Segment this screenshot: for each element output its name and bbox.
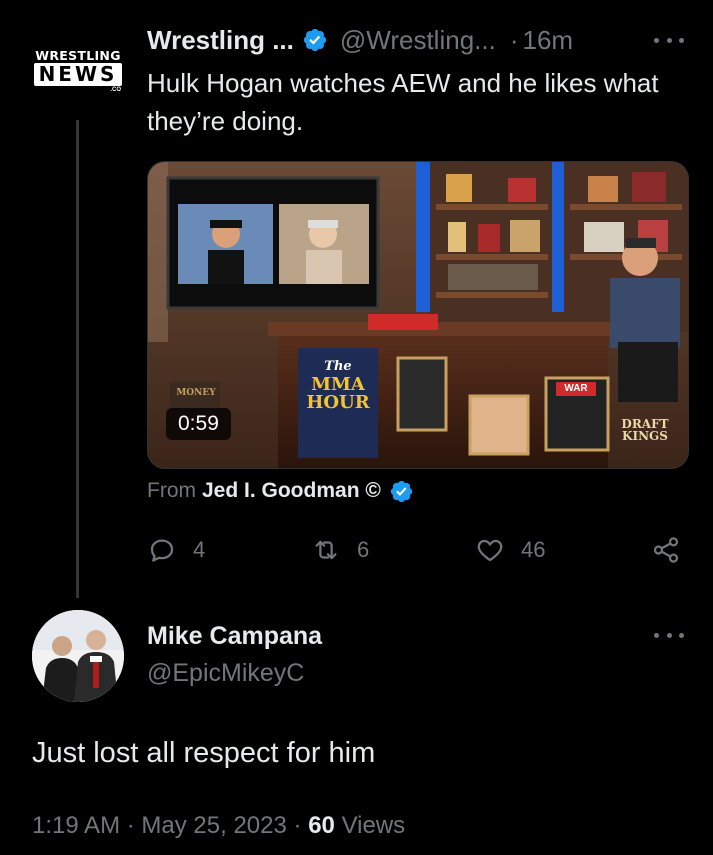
show-title-line-3: HOUR [306, 392, 370, 413]
share-icon [653, 537, 679, 563]
reply-count: 4 [193, 537, 206, 562]
profile-photo [32, 610, 124, 702]
tweet-header: Wrestling ... @Wrestling... · 16m [147, 22, 573, 58]
retweet-button[interactable]: 6 [311, 532, 369, 568]
more-icon[interactable] [654, 625, 684, 645]
sponsor-line-2: KINGS [622, 429, 668, 443]
reply-time[interactable]: 1:19 AM [32, 812, 120, 839]
reply-text: Just lost all respect for him [32, 737, 376, 769]
reply-date[interactable]: May 25, 2023 [141, 812, 286, 839]
tweet-text: Hulk Hogan watches AEW and he likes what… [147, 68, 659, 136]
author-name[interactable]: Wrestling ... [147, 25, 294, 56]
reply-icon [150, 539, 174, 562]
attribution-label: From [147, 479, 196, 502]
attribution-name[interactable]: Jed I. Goodman © [202, 479, 381, 503]
meta-separator: · [126, 812, 135, 839]
avatar-logo-top: WRESTLING [35, 48, 121, 63]
reply-header: Mike Campana @EpicMikeyC [147, 620, 322, 692]
avatar[interactable] [32, 610, 124, 702]
parent-tweet[interactable]: WRESTLING NEWS .CO Wrestling ... @Wrestl… [0, 0, 713, 600]
show-title-logo: The MMA HOUR [303, 358, 373, 412]
share-button[interactable] [651, 532, 681, 568]
thread-connector-line [76, 120, 79, 598]
sponsor-logo: DRAFT KINGS [610, 418, 680, 442]
retweet-count: 6 [357, 537, 370, 562]
war-badge: WAR [556, 382, 596, 396]
meta-separator: · [293, 812, 302, 839]
reply-author-handle[interactable]: @EpicMikeyC [147, 654, 322, 692]
views-label[interactable]: Views [342, 812, 406, 839]
money-sign: MONEY [176, 388, 216, 398]
tweet-actions: 4 6 46 [147, 532, 687, 568]
like-button[interactable]: 46 [475, 532, 545, 568]
author-handle[interactable]: @Wrestling... [340, 25, 496, 56]
video-player[interactable]: The MMA HOUR DRAFT KINGS WAR MONEY 0:59 [147, 161, 689, 469]
avatar-logo-suffix: .CO [110, 87, 121, 93]
avatar-logo-bottom: NEWS [38, 62, 118, 86]
video-duration: 0:59 [166, 408, 231, 440]
verified-badge-icon[interactable] [302, 27, 328, 53]
reply-meta: 1:19 AM · May 25, 2023 · 60 Views [32, 812, 405, 840]
retweet-icon [315, 540, 337, 560]
reply-button[interactable]: 4 [147, 532, 205, 568]
tweet-timestamp[interactable]: 16m [523, 25, 574, 56]
views-count: 60 [308, 812, 335, 839]
like-count: 46 [521, 537, 546, 562]
more-icon[interactable] [654, 30, 684, 50]
header-separator: · [509, 24, 519, 55]
wrestling-news-avatar[interactable]: WRESTLING NEWS .CO [29, 42, 127, 96]
reply-author-name[interactable]: Mike Campana [147, 620, 322, 652]
verified-badge-icon [390, 480, 413, 502]
avatar-logo-box: NEWS [34, 63, 122, 86]
video-attribution: From Jed I. Goodman © [147, 476, 414, 506]
like-icon [477, 539, 503, 562]
